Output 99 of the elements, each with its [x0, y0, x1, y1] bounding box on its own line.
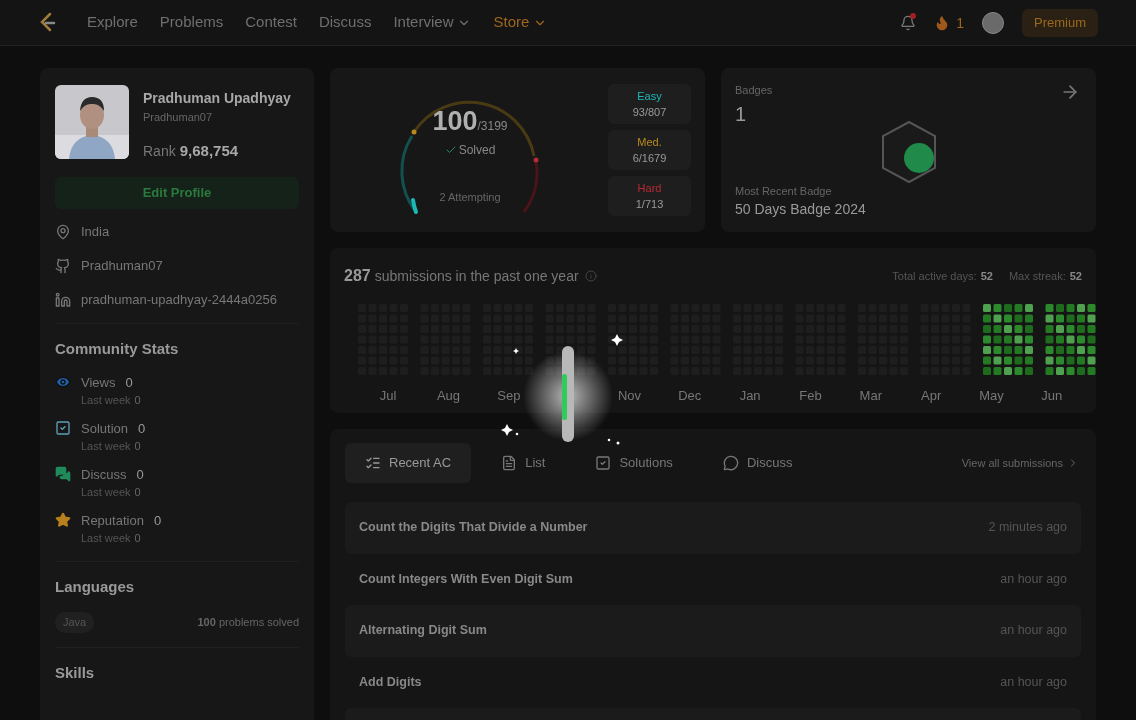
month-label: Mar: [859, 387, 882, 403]
recent-badge-label: Most Recent Badge: [735, 183, 833, 199]
rank-value: 9,68,754: [179, 140, 239, 161]
github-icon: [55, 258, 71, 274]
submission-row[interactable]: Alternating Digit Sum an hour ago: [345, 605, 1081, 657]
tab[interactable]: List: [481, 443, 566, 483]
badge-icon: [879, 120, 939, 184]
profile-detail[interactable]: pradhuman-upadhyay-2444a0256: [81, 290, 277, 310]
problem-title: Count Integers With Even Digit Sum: [359, 570, 573, 588]
stat-label: Solution: [81, 419, 128, 438]
month-label: Jun: [1041, 387, 1063, 403]
nav-link[interactable]: Interview: [393, 11, 472, 34]
stat-sublabel: Last week: [81, 393, 131, 408]
checkbox-icon: [55, 420, 71, 437]
linkedin-icon: [55, 292, 71, 308]
problem-title: Add Digits: [359, 673, 422, 691]
chat-icon: [55, 466, 71, 483]
stat-value: 52: [980, 268, 993, 284]
stat-value: 0: [153, 511, 162, 530]
nav-link[interactable]: Store: [493, 11, 548, 34]
section-title: Languages: [55, 576, 136, 597]
submission-text: submissions in the past one year: [374, 266, 579, 286]
stat-label: Reputation: [81, 511, 144, 530]
stat-label: Max streak:: [1008, 268, 1066, 284]
problem-title: Alternating Digit Sum: [359, 622, 487, 640]
avatar-icon[interactable]: [982, 11, 1004, 34]
month-label: May: [979, 387, 1004, 403]
tab[interactable]: Solutions: [575, 443, 693, 483]
profile-detail[interactable]: Pradhuman07: [81, 256, 163, 276]
checklist-icon: [365, 455, 381, 471]
stat-sublabel: Last week: [81, 439, 131, 454]
checkbox-icon: [595, 455, 612, 471]
notification-icon[interactable]: [900, 14, 917, 31]
month-label: Jan: [739, 387, 761, 403]
badges-count: 1: [735, 101, 747, 127]
logo-icon: [38, 11, 58, 34]
solved-total: /3199: [477, 118, 508, 135]
solved-count: 100: [432, 104, 478, 138]
language-count: 100 problems solved: [197, 615, 299, 630]
section-title: Community Stats: [55, 339, 180, 359]
submission-row[interactable]: Count Integers With Even Digit Sum an hour ago: [345, 553, 1081, 605]
nav-link[interactable]: Discuss: [318, 11, 372, 34]
chat-icon: [722, 455, 739, 471]
nav-link[interactable]: Explore: [87, 11, 138, 34]
difficulty-label: Hard: [637, 180, 662, 196]
tab[interactable]: Recent AC: [345, 443, 472, 483]
view-all-link[interactable]: View all submissions: [961, 454, 1081, 472]
month-label: Apr: [921, 387, 942, 403]
star-icon: [55, 512, 71, 529]
recent-badge-name: 50 Days Badge 2024: [735, 200, 867, 219]
stat-subvalue: 0: [134, 393, 141, 408]
difficulty-count: 6/1679: [632, 151, 667, 166]
submission-count: 287: [344, 266, 371, 286]
stat-value: 0: [136, 465, 144, 484]
stat-subvalue: 0: [134, 485, 141, 500]
stat-value: 0: [125, 373, 133, 392]
month-label: Aug: [436, 387, 461, 403]
rank-label: Rank: [143, 141, 176, 161]
month-label: Sep: [497, 387, 521, 403]
difficulty-count: 93/807: [632, 105, 667, 120]
attempting-label: 2 Attempting: [439, 190, 501, 205]
difficulty-label: Med.: [637, 134, 662, 150]
stat-subvalue: 0: [134, 439, 141, 454]
stat-value: 0: [138, 419, 146, 438]
difficulty-count: 1/713: [635, 197, 664, 212]
submission-time: 2 minutes ago: [988, 519, 1067, 537]
stat-subvalue: 0: [134, 531, 141, 546]
problem-title: Count the Digits That Divide a Number: [359, 519, 588, 537]
stat-label: Views: [81, 373, 116, 392]
submission-row[interactable]: Add Digits an hour ago: [345, 656, 1081, 708]
location-icon: [55, 224, 71, 240]
submission-row[interactable]: Count the Digits That Divide a Number 2 minutes ago: [345, 502, 1081, 554]
tab[interactable]: Discuss: [702, 443, 813, 483]
stat-label: Total active days:: [892, 268, 977, 284]
stat-value: 52: [1069, 268, 1082, 284]
streak-count: 1: [956, 13, 964, 33]
month-label: Feb: [799, 387, 822, 403]
nav-link[interactable]: Problems: [159, 11, 224, 34]
month-label: Dec: [678, 387, 702, 403]
month-label: Jul: [379, 387, 397, 403]
document-icon: [501, 455, 518, 471]
edit-profile-button[interactable]: Edit Profile: [55, 177, 299, 209]
stat-sublabel: Last week: [81, 485, 131, 500]
nav-link[interactable]: Contest: [245, 11, 297, 34]
premium-button[interactable]: Premium: [1022, 8, 1098, 37]
solved-label: Solved: [458, 142, 496, 159]
profile-detail: India: [81, 223, 110, 242]
check-icon: [444, 144, 457, 156]
stat-sublabel: Last week: [81, 531, 131, 546]
user-name: Pradhuman Upadhyay: [143, 89, 291, 108]
stat-label: Discuss: [81, 465, 127, 484]
username: Pradhuman07: [143, 110, 214, 125]
difficulty-label: Easy: [637, 88, 662, 104]
section-title: Skills: [55, 662, 96, 683]
submission-time: an hour ago: [1000, 673, 1067, 691]
submission-time: an hour ago: [1000, 622, 1067, 640]
month-label: Nov: [617, 387, 642, 403]
submission-time: an hour ago: [1000, 570, 1067, 588]
badges-title: Badges: [735, 83, 773, 98]
